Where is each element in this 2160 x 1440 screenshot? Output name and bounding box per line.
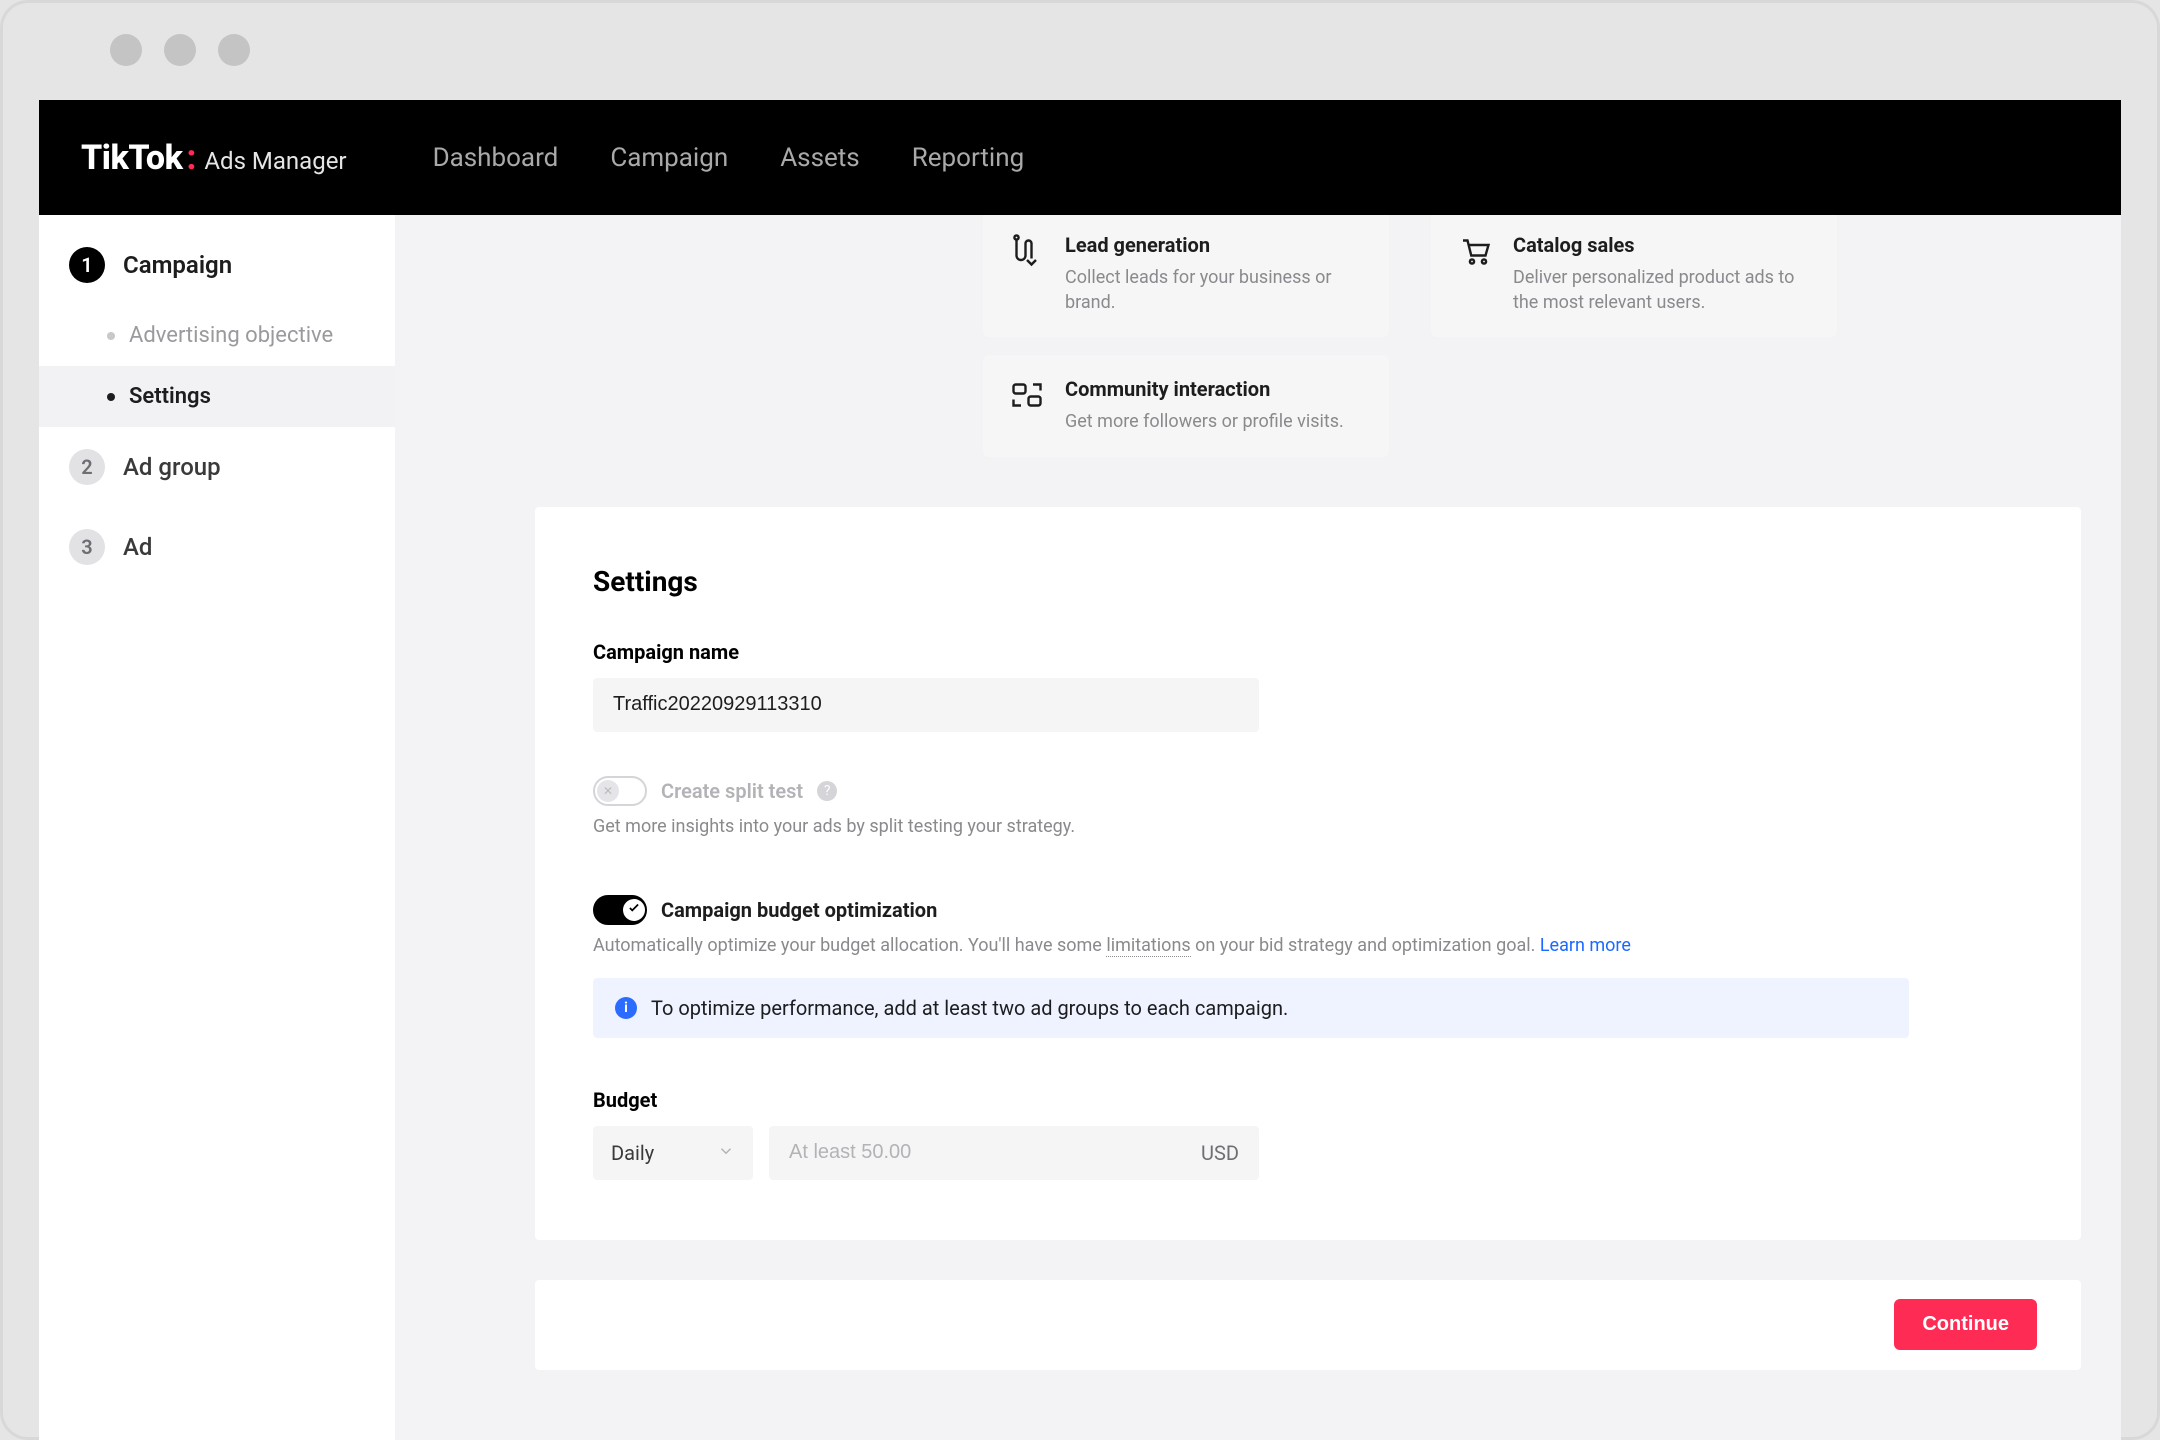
logo[interactable]: TikTok: Ads Manager — [81, 138, 347, 178]
sidebar-step-ad[interactable]: 3 Ad — [39, 507, 395, 587]
card-desc: Get more followers or profile visits. — [1065, 409, 1344, 434]
browser-window: TikTok: Ads Manager Dashboard Campaign A… — [0, 0, 2160, 1440]
top-nav: TikTok: Ads Manager Dashboard Campaign A… — [39, 100, 2121, 215]
bottom-bar: Continue — [535, 1280, 2081, 1370]
campaign-name-input[interactable] — [593, 678, 1259, 732]
traffic-light-zoom[interactable] — [218, 34, 250, 66]
budget-amount-input[interactable] — [789, 1141, 1201, 1164]
card-body: Community interaction Get more followers… — [1065, 377, 1344, 434]
objective-column-consideration: Lead generation Collect leads for your b… — [983, 215, 1389, 457]
toggle-knob: ✕ — [597, 780, 619, 802]
card-body: Lead generation Collect leads for your b… — [1065, 233, 1363, 315]
card-title: Lead generation — [1065, 233, 1363, 257]
help-icon[interactable]: ? — [817, 781, 837, 801]
objective-card-lead-generation[interactable]: Lead generation Collect leads for your b… — [983, 215, 1389, 337]
cbo-label: Campaign budget optimization — [661, 898, 937, 922]
sidebar: 1 Campaign Advertising objective Setting… — [39, 215, 395, 1440]
lead-generation-icon — [1009, 233, 1045, 269]
step-number-badge: 2 — [69, 449, 105, 485]
nav-links: Dashboard Campaign Assets Reporting — [433, 143, 1025, 173]
cbo-help: Automatically optimize your budget alloc… — [593, 935, 2023, 956]
step-label: Ad — [123, 533, 152, 561]
step-number-badge: 1 — [69, 247, 105, 283]
step-number-badge: 3 — [69, 529, 105, 565]
split-test-row: ✕ Create split test ? — [593, 776, 2023, 806]
budget-label: Budget — [593, 1088, 2023, 1112]
cbo-limitations-link[interactable]: limitations — [1106, 935, 1190, 957]
x-icon: ✕ — [603, 785, 613, 797]
card-desc: Collect leads for your business or brand… — [1065, 265, 1363, 315]
logo-mark: TikTok — [81, 138, 182, 178]
community-icon — [1009, 377, 1045, 413]
nav-campaign[interactable]: Campaign — [610, 143, 728, 173]
nav-reporting[interactable]: Reporting — [912, 143, 1024, 173]
check-icon — [627, 900, 641, 919]
bullet-icon — [107, 332, 115, 340]
cbo-help-post: on your bid strategy and optimization go… — [1191, 935, 1540, 956]
card-body: Catalog sales Deliver personalized produ… — [1513, 233, 1811, 315]
card-title: Community interaction — [1065, 377, 1344, 401]
split-test-help: Get more insights into your ads by split… — [593, 816, 2023, 837]
nav-dashboard[interactable]: Dashboard — [433, 143, 559, 173]
sidebar-sub-advertising-objective[interactable]: Advertising objective — [39, 305, 395, 366]
step-label: Ad group — [123, 453, 221, 481]
traffic-light-close[interactable] — [110, 34, 142, 66]
objective-column-conversion: Catalog sales Deliver personalized produ… — [1431, 215, 1837, 457]
chevron-down-icon — [717, 1142, 735, 1164]
cbo-row: Campaign budget optimization — [593, 895, 2023, 925]
info-text: To optimize performance, add at least tw… — [651, 996, 1288, 1020]
objective-card-community-interaction[interactable]: Community interaction Get more followers… — [983, 355, 1389, 456]
currency-label: USD — [1201, 1141, 1239, 1165]
settings-section: Settings Campaign name ✕ Create split te… — [535, 507, 2081, 1240]
cbo-help-pre: Automatically optimize your budget alloc… — [593, 935, 1106, 956]
continue-button[interactable]: Continue — [1894, 1299, 2037, 1350]
cbo-toggle[interactable] — [593, 895, 647, 925]
card-title: Catalog sales — [1513, 233, 1811, 257]
split-test-label: Create split test — [661, 779, 803, 803]
budget-period-select[interactable]: Daily — [593, 1126, 753, 1180]
sidebar-sub-settings[interactable]: Settings — [39, 366, 395, 427]
split-test-toggle[interactable]: ✕ — [593, 776, 647, 806]
logo-colon: : — [186, 138, 196, 178]
settings-title: Settings — [593, 565, 2023, 598]
info-icon: i — [615, 997, 637, 1019]
objective-card-catalog-sales[interactable]: Catalog sales Deliver personalized produ… — [1431, 215, 1837, 337]
budget-row: Daily USD — [593, 1126, 2023, 1180]
toggle-knob — [623, 899, 645, 921]
app-root: TikTok: Ads Manager Dashboard Campaign A… — [39, 100, 2121, 1440]
sidebar-step-ad-group[interactable]: 2 Ad group — [39, 427, 395, 507]
window-chrome — [0, 0, 2160, 100]
step-label: Campaign — [123, 251, 232, 279]
logo-subtitle: Ads Manager — [204, 147, 346, 175]
nav-assets[interactable]: Assets — [780, 143, 860, 173]
learn-more-link[interactable]: Learn more — [1540, 935, 1631, 956]
sidebar-sub-label: Settings — [129, 384, 211, 409]
campaign-name-label: Campaign name — [593, 640, 2023, 664]
objective-cards: Lead generation Collect leads for your b… — [535, 215, 2121, 457]
spacer — [535, 215, 941, 457]
card-desc: Deliver personalized product ads to the … — [1513, 265, 1811, 315]
sidebar-sub-label: Advertising objective — [129, 323, 333, 348]
traffic-light-minimize[interactable] — [164, 34, 196, 66]
cart-icon — [1457, 233, 1493, 269]
bullet-icon — [107, 393, 115, 401]
body: 1 Campaign Advertising objective Setting… — [39, 215, 2121, 1440]
info-box: i To optimize performance, add at least … — [593, 978, 1909, 1038]
budget-amount-field[interactable]: USD — [769, 1126, 1259, 1180]
main-content: Lead generation Collect leads for your b… — [395, 215, 2121, 1440]
sidebar-step-campaign[interactable]: 1 Campaign — [39, 225, 395, 305]
budget-period-value: Daily — [611, 1141, 654, 1165]
